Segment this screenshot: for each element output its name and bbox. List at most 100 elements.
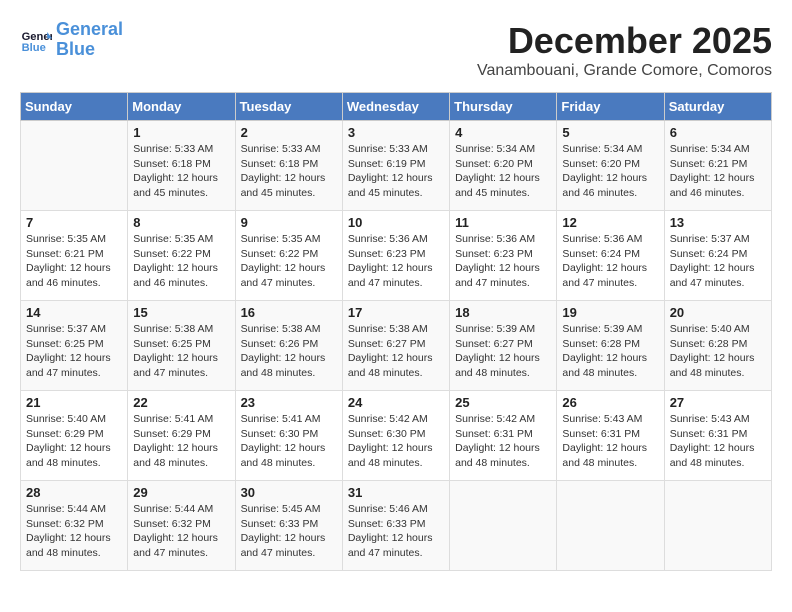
- day-info: Sunrise: 5:40 AM Sunset: 6:28 PM Dayligh…: [670, 322, 766, 381]
- logo-line1: General: [56, 19, 123, 39]
- calendar-cell: 10 Sunrise: 5:36 AM Sunset: 6:23 PM Dayli…: [342, 211, 449, 301]
- logo: General Blue General Blue: [20, 20, 123, 60]
- day-number: 2: [241, 125, 337, 140]
- day-info: Sunrise: 5:42 AM Sunset: 6:31 PM Dayligh…: [455, 412, 551, 471]
- calendar-cell: [450, 481, 557, 571]
- day-header-wednesday: Wednesday: [342, 93, 449, 121]
- day-number: 18: [455, 305, 551, 320]
- month-title: December 2025: [477, 20, 772, 62]
- day-info: Sunrise: 5:43 AM Sunset: 6:31 PM Dayligh…: [562, 412, 658, 471]
- day-number: 24: [348, 395, 444, 410]
- day-info: Sunrise: 5:43 AM Sunset: 6:31 PM Dayligh…: [670, 412, 766, 471]
- day-number: 9: [241, 215, 337, 230]
- day-number: 3: [348, 125, 444, 140]
- calendar-cell: 27 Sunrise: 5:43 AM Sunset: 6:31 PM Dayli…: [664, 391, 771, 481]
- calendar-cell: 24 Sunrise: 5:42 AM Sunset: 6:30 PM Dayli…: [342, 391, 449, 481]
- calendar-cell: 8 Sunrise: 5:35 AM Sunset: 6:22 PM Daylig…: [128, 211, 235, 301]
- day-info: Sunrise: 5:39 AM Sunset: 6:28 PM Dayligh…: [562, 322, 658, 381]
- day-number: 19: [562, 305, 658, 320]
- calendar-cell: 19 Sunrise: 5:39 AM Sunset: 6:28 PM Dayli…: [557, 301, 664, 391]
- day-number: 26: [562, 395, 658, 410]
- day-info: Sunrise: 5:38 AM Sunset: 6:26 PM Dayligh…: [241, 322, 337, 381]
- day-info: Sunrise: 5:34 AM Sunset: 6:20 PM Dayligh…: [562, 142, 658, 201]
- day-info: Sunrise: 5:39 AM Sunset: 6:27 PM Dayligh…: [455, 322, 551, 381]
- day-number: 23: [241, 395, 337, 410]
- day-number: 21: [26, 395, 122, 410]
- calendar-cell: [664, 481, 771, 571]
- calendar-cell: 25 Sunrise: 5:42 AM Sunset: 6:31 PM Dayli…: [450, 391, 557, 481]
- calendar-cell: 15 Sunrise: 5:38 AM Sunset: 6:25 PM Dayli…: [128, 301, 235, 391]
- calendar-cell: 28Sunrise: 5:44 AM Sunset: 6:32 PM Dayli…: [21, 481, 128, 571]
- day-header-friday: Friday: [557, 93, 664, 121]
- day-info: Sunrise: 5:46 AM Sunset: 6:33 PM Dayligh…: [348, 502, 444, 561]
- calendar-cell: 13Sunrise: 5:37 AM Sunset: 6:24 PM Dayli…: [664, 211, 771, 301]
- logo-line2: Blue: [56, 39, 95, 59]
- day-number: 17: [348, 305, 444, 320]
- logo-text: General Blue: [56, 20, 123, 60]
- day-header-tuesday: Tuesday: [235, 93, 342, 121]
- calendar-cell: 31Sunrise: 5:46 AM Sunset: 6:33 PM Dayli…: [342, 481, 449, 571]
- day-info: Sunrise: 5:35 AM Sunset: 6:22 PM Dayligh…: [241, 232, 337, 291]
- day-number: 12: [562, 215, 658, 230]
- day-header-sunday: Sunday: [21, 93, 128, 121]
- svg-text:Blue: Blue: [22, 42, 46, 54]
- location-subtitle: Vanambouani, Grande Comore, Comoros: [477, 62, 772, 80]
- day-info: Sunrise: 5:36 AM Sunset: 6:23 PM Dayligh…: [455, 232, 551, 291]
- day-number: 6: [670, 125, 766, 140]
- calendar-cell: 7 Sunrise: 5:35 AM Sunset: 6:21 PM Daylig…: [21, 211, 128, 301]
- day-info: Sunrise: 5:41 AM Sunset: 6:30 PM Dayligh…: [241, 412, 337, 471]
- calendar-table: SundayMondayTuesdayWednesdayThursdayFrid…: [20, 92, 772, 571]
- calendar-cell: 9 Sunrise: 5:35 AM Sunset: 6:22 PM Daylig…: [235, 211, 342, 301]
- calendar-cell: 26 Sunrise: 5:43 AM Sunset: 6:31 PM Dayli…: [557, 391, 664, 481]
- calendar-cell: 30 Sunrise: 5:45 AM Sunset: 6:33 PM Dayli…: [235, 481, 342, 571]
- day-info: Sunrise: 5:45 AM Sunset: 6:33 PM Dayligh…: [241, 502, 337, 561]
- day-info: Sunrise: 5:40 AM Sunset: 6:29 PM Dayligh…: [26, 412, 122, 471]
- calendar-cell: 11Sunrise: 5:36 AM Sunset: 6:23 PM Dayli…: [450, 211, 557, 301]
- day-number: 5: [562, 125, 658, 140]
- day-number: 4: [455, 125, 551, 140]
- calendar-cell: 3 Sunrise: 5:33 AM Sunset: 6:19 PM Daylig…: [342, 121, 449, 211]
- day-info: Sunrise: 5:35 AM Sunset: 6:22 PM Dayligh…: [133, 232, 229, 291]
- day-header-monday: Monday: [128, 93, 235, 121]
- calendar-cell: 17Sunrise: 5:38 AM Sunset: 6:27 PM Dayli…: [342, 301, 449, 391]
- calendar-cell: [557, 481, 664, 571]
- day-info: Sunrise: 5:34 AM Sunset: 6:21 PM Dayligh…: [670, 142, 766, 201]
- day-number: 28: [26, 485, 122, 500]
- day-info: Sunrise: 5:36 AM Sunset: 6:24 PM Dayligh…: [562, 232, 658, 291]
- calendar-cell: 12 Sunrise: 5:36 AM Sunset: 6:24 PM Dayli…: [557, 211, 664, 301]
- day-header-thursday: Thursday: [450, 93, 557, 121]
- calendar-cell: 21 Sunrise: 5:40 AM Sunset: 6:29 PM Dayli…: [21, 391, 128, 481]
- calendar-cell: 6 Sunrise: 5:34 AM Sunset: 6:21 PM Daylig…: [664, 121, 771, 211]
- day-info: Sunrise: 5:33 AM Sunset: 6:18 PM Dayligh…: [241, 142, 337, 201]
- day-info: Sunrise: 5:42 AM Sunset: 6:30 PM Dayligh…: [348, 412, 444, 471]
- calendar-cell: 4 Sunrise: 5:34 AM Sunset: 6:20 PM Daylig…: [450, 121, 557, 211]
- day-info: Sunrise: 5:34 AM Sunset: 6:20 PM Dayligh…: [455, 142, 551, 201]
- calendar-cell: 14Sunrise: 5:37 AM Sunset: 6:25 PM Dayli…: [21, 301, 128, 391]
- day-number: 10: [348, 215, 444, 230]
- day-number: 30: [241, 485, 337, 500]
- day-info: Sunrise: 5:37 AM Sunset: 6:25 PM Dayligh…: [26, 322, 122, 381]
- calendar-cell: 1Sunrise: 5:33 AM Sunset: 6:18 PM Daylig…: [128, 121, 235, 211]
- day-info: Sunrise: 5:36 AM Sunset: 6:23 PM Dayligh…: [348, 232, 444, 291]
- day-number: 20: [670, 305, 766, 320]
- calendar-cell: 22Sunrise: 5:41 AM Sunset: 6:29 PM Dayli…: [128, 391, 235, 481]
- day-number: 7: [26, 215, 122, 230]
- day-info: Sunrise: 5:33 AM Sunset: 6:19 PM Dayligh…: [348, 142, 444, 201]
- day-info: Sunrise: 5:38 AM Sunset: 6:25 PM Dayligh…: [133, 322, 229, 381]
- page-container: General Blue General Blue December 2025 …: [20, 20, 772, 571]
- day-info: Sunrise: 5:44 AM Sunset: 6:32 PM Dayligh…: [133, 502, 229, 561]
- day-number: 8: [133, 215, 229, 230]
- day-number: 27: [670, 395, 766, 410]
- day-number: 22: [133, 395, 229, 410]
- calendar-cell: 18 Sunrise: 5:39 AM Sunset: 6:27 PM Dayli…: [450, 301, 557, 391]
- calendar-cell: 2 Sunrise: 5:33 AM Sunset: 6:18 PM Daylig…: [235, 121, 342, 211]
- calendar-cell: 23 Sunrise: 5:41 AM Sunset: 6:30 PM Dayli…: [235, 391, 342, 481]
- calendar-cell: [21, 121, 128, 211]
- day-number: 25: [455, 395, 551, 410]
- day-info: Sunrise: 5:37 AM Sunset: 6:24 PM Dayligh…: [670, 232, 766, 291]
- day-number: 16: [241, 305, 337, 320]
- calendar-cell: 20 Sunrise: 5:40 AM Sunset: 6:28 PM Dayli…: [664, 301, 771, 391]
- day-number: 29: [133, 485, 229, 500]
- day-info: Sunrise: 5:35 AM Sunset: 6:21 PM Dayligh…: [26, 232, 122, 291]
- day-number: 15: [133, 305, 229, 320]
